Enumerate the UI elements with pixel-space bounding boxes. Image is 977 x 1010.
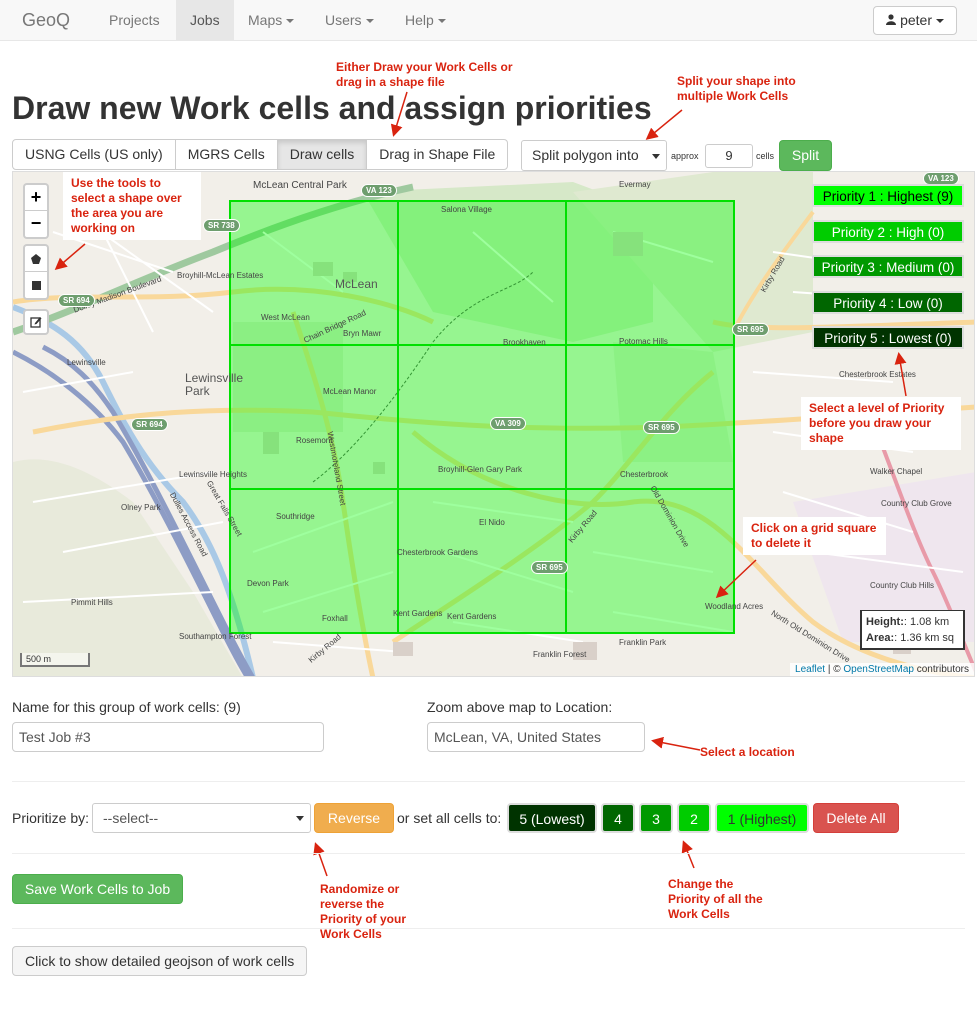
job-name-input[interactable]: Test Job #3: [12, 722, 324, 752]
divider: [12, 781, 965, 782]
reverse-button[interactable]: Reverse: [314, 803, 394, 833]
set-priority-3-button[interactable]: 3: [639, 803, 673, 833]
annotation-randomize: Randomize or reverse the Priority of you…: [320, 882, 407, 941]
delete-all-button[interactable]: Delete All: [813, 803, 899, 833]
save-work-cells-button[interactable]: Save Work Cells to Job: [12, 874, 183, 904]
prioritize-label: Prioritize by:: [12, 810, 90, 826]
divider: [12, 928, 965, 929]
chevron-down-icon: [296, 816, 304, 821]
divider: [12, 853, 965, 854]
set-priority-2-button[interactable]: 2: [677, 803, 711, 833]
set-priority-4-button[interactable]: 4: [601, 803, 635, 833]
prioritize-select-value: --select--: [103, 810, 159, 826]
annotation-change-all: Change the Priority of all the Work Cell…: [668, 877, 763, 921]
zoom-location-label: Zoom above map to Location:: [427, 699, 613, 715]
location-input[interactable]: McLean, VA, United States: [427, 722, 645, 752]
prioritize-select[interactable]: --select--: [92, 803, 311, 833]
annotation-arrows: [54, 91, 907, 877]
name-label: Name for this group of work cells: (9): [12, 699, 241, 715]
set-priority-5-button[interactable]: 5 (Lowest): [507, 803, 597, 833]
set-priority-1-button[interactable]: 1 (Highest): [715, 803, 809, 833]
show-geojson-button[interactable]: Click to show detailed geojson of work c…: [12, 946, 308, 976]
annotation-location: Select a location: [700, 745, 795, 759]
set-all-label: or set all cells to:: [397, 810, 502, 826]
